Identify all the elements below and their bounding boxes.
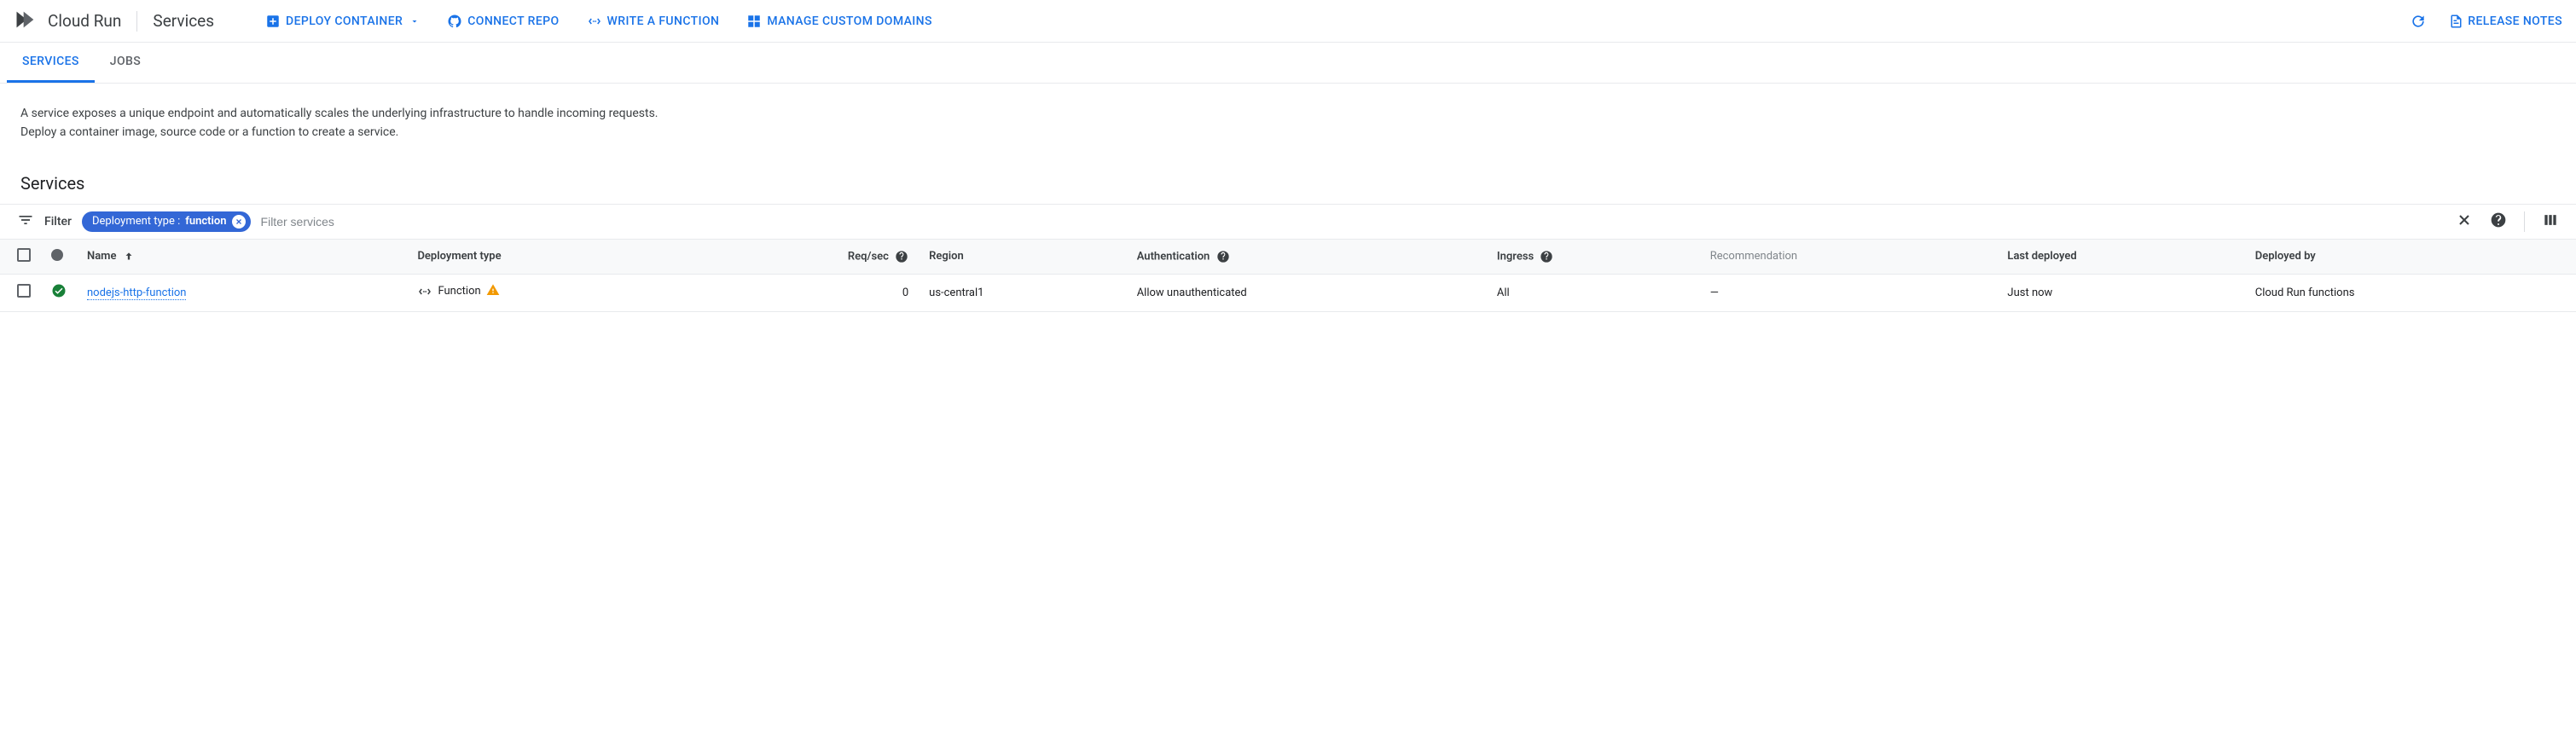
tab-jobs[interactable]: JOBS [95, 43, 156, 83]
filter-input[interactable] [261, 215, 2445, 229]
ingress-cell: All [1487, 274, 1700, 311]
col-deployed-by[interactable]: Deployed by [2245, 240, 2576, 275]
connect-repo-label: CONNECT REPO [467, 14, 559, 28]
header-right: RELEASE NOTES [2410, 13, 2562, 30]
close-icon [2456, 211, 2473, 229]
deploy-container-button[interactable]: DEPLOY CONTAINER [265, 14, 420, 29]
service-name-link[interactable]: nodejs-http-function [87, 286, 186, 300]
help-icon[interactable] [1216, 250, 1230, 263]
col-name[interactable]: Name [77, 240, 407, 275]
page-title: Services [153, 11, 214, 31]
warning-icon [486, 283, 500, 300]
manage-domains-label: MANAGE CUSTOM DOMAINS [767, 14, 932, 28]
table-row[interactable]: nodejs-http-function Function 0 us-centr… [0, 274, 2576, 311]
sort-arrow-icon [119, 250, 135, 263]
add-box-icon [265, 14, 281, 29]
req-sec-cell: 0 [694, 274, 919, 311]
chevron-down-icon [409, 16, 420, 26]
function-icon [587, 14, 602, 29]
col-recommendation[interactable]: Recommendation [1700, 240, 1998, 275]
tabs: SERVICES JOBS [0, 43, 2576, 84]
col-req-sec[interactable]: Req/sec [694, 240, 919, 275]
chip-key: Deployment type : [92, 215, 180, 228]
release-notes-button[interactable]: RELEASE NOTES [2447, 14, 2562, 29]
chip-value: function [185, 215, 226, 228]
toolbar: DEPLOY CONTAINER CONNECT REPO WRITE A FU… [265, 14, 932, 29]
write-function-label: WRITE A FUNCTION [607, 14, 720, 28]
col-authentication[interactable]: Authentication [1127, 240, 1487, 275]
filter-label: Filter [44, 215, 72, 229]
close-icon [235, 217, 243, 226]
last-deployed-cell: Just now [1997, 274, 2244, 311]
column-settings-button[interactable] [2542, 211, 2559, 232]
product-name: Cloud Run [48, 11, 121, 31]
col-ingress[interactable]: Ingress [1487, 240, 1700, 275]
divider [136, 11, 137, 32]
columns-icon [2542, 211, 2559, 229]
header: Cloud Run Services DEPLOY CONTAINER CONN… [0, 0, 2576, 43]
select-all-checkbox[interactable] [17, 248, 31, 262]
auth-cell: Allow unauthenticated [1127, 274, 1487, 311]
cloud-run-logo-icon [14, 8, 38, 35]
filter-chip[interactable]: Deployment type : function [82, 211, 251, 232]
connect-repo-button[interactable]: CONNECT REPO [447, 14, 559, 29]
logo-area: Cloud Run [14, 8, 121, 35]
row-checkbox[interactable] [17, 284, 31, 298]
domain-icon [746, 14, 762, 29]
deploy-label: DEPLOY CONTAINER [286, 14, 403, 28]
deployment-type-cell: Function [417, 283, 499, 300]
notes-icon [2447, 14, 2463, 29]
filter-bar: Filter Deployment type : function [0, 204, 2576, 240]
refresh-icon [2410, 13, 2427, 30]
github-icon [447, 14, 462, 29]
region-cell: us-central1 [919, 274, 1127, 311]
services-table: Name Deployment type Req/sec Region Auth… [0, 240, 2576, 312]
help-icon [2490, 211, 2507, 229]
description-line2: Deploy a container image, source code or… [20, 123, 2556, 142]
tab-services[interactable]: SERVICES [7, 43, 95, 83]
function-icon [417, 284, 432, 299]
filter-actions [2456, 211, 2559, 232]
manage-domains-button[interactable]: MANAGE CUSTOM DOMAINS [746, 14, 932, 29]
col-last-deployed[interactable]: Last deployed [1997, 240, 2244, 275]
content: A service exposes a unique endpoint and … [0, 84, 2576, 333]
separator [2524, 211, 2525, 232]
filter-icon [17, 211, 34, 232]
section-title: Services [20, 173, 2556, 194]
refresh-button[interactable] [2410, 13, 2427, 30]
table-header-row: Name Deployment type Req/sec Region Auth… [0, 240, 2576, 275]
write-function-button[interactable]: WRITE A FUNCTION [587, 14, 720, 29]
col-region[interactable]: Region [919, 240, 1127, 275]
clear-filters-button[interactable] [2456, 211, 2473, 232]
status-ok-icon [51, 289, 67, 302]
recommendation-cell: — [1700, 274, 1998, 311]
help-icon[interactable] [1540, 250, 1553, 263]
description-line1: A service exposes a unique endpoint and … [20, 104, 2556, 123]
chip-remove-button[interactable] [232, 215, 246, 229]
deployed-by-cell: Cloud Run functions [2245, 274, 2576, 311]
status-header-icon [51, 249, 63, 261]
release-notes-label: RELEASE NOTES [2468, 14, 2562, 28]
help-button[interactable] [2490, 211, 2507, 232]
col-deployment-type[interactable]: Deployment type [407, 240, 694, 275]
help-icon[interactable] [895, 250, 908, 263]
